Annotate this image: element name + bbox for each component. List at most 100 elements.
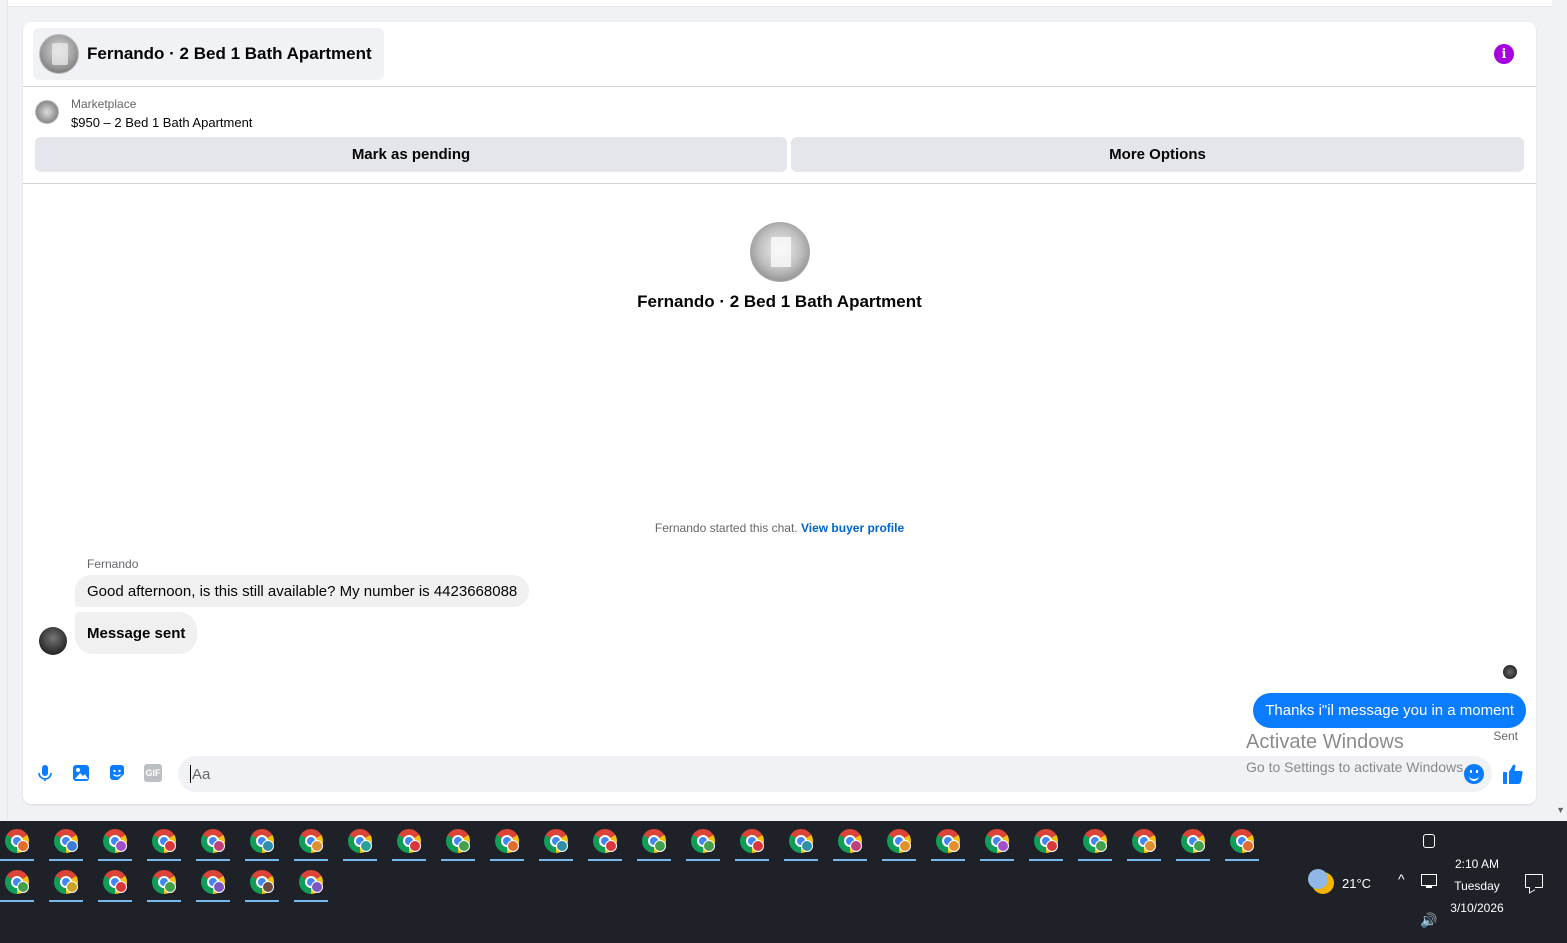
running-indicator xyxy=(1225,859,1259,861)
taskbar-chrome-app[interactable] xyxy=(882,823,916,861)
taskbar-chrome-app[interactable] xyxy=(686,823,720,861)
profile-badge-icon xyxy=(556,840,568,852)
taskbar-chrome-app[interactable] xyxy=(735,823,769,861)
taskbar-chrome-app[interactable] xyxy=(0,823,34,861)
profile-badge-icon xyxy=(164,840,176,852)
profile-badge-icon xyxy=(458,840,470,852)
thumbs-up-icon[interactable] xyxy=(1502,763,1524,785)
profile-badge-icon xyxy=(801,840,813,852)
clock[interactable]: 2:10 AM Tuesday 3/10/2026 xyxy=(1444,853,1510,919)
running-indicator xyxy=(49,900,83,902)
meet-now-icon[interactable] xyxy=(1423,834,1435,848)
profile-badge-icon xyxy=(1144,840,1156,852)
taskbar-chrome-app[interactable] xyxy=(1127,823,1161,861)
profile-badge-icon xyxy=(752,840,764,852)
incoming-message[interactable]: Message sent xyxy=(75,612,198,654)
profile-badge-icon xyxy=(997,840,1009,852)
running-indicator xyxy=(686,859,720,861)
taskbar-chrome-app[interactable] xyxy=(1176,823,1210,861)
profile-badge-icon xyxy=(1046,840,1058,852)
conversation-header: Fernando · 2 Bed 1 Bath Apartment xyxy=(23,222,1536,312)
weather-widget[interactable]: 21°C xyxy=(1308,869,1371,894)
profile-badge-icon xyxy=(213,840,225,852)
taskbar-chrome-app[interactable] xyxy=(196,823,230,861)
profile-badge-icon xyxy=(409,840,421,852)
outgoing-message[interactable]: Thanks i"il message you in a moment xyxy=(1253,693,1526,728)
profile-badge-icon xyxy=(17,881,29,893)
clock-date: 3/10/2026 xyxy=(1450,901,1504,915)
sticker-icon[interactable] xyxy=(108,764,126,782)
taskbar-chrome-app[interactable] xyxy=(49,823,83,861)
profile-badge-icon xyxy=(262,881,274,893)
view-buyer-profile-link[interactable]: View buyer profile xyxy=(801,521,904,535)
read-receipt-avatar xyxy=(1503,665,1517,679)
sender-avatar[interactable] xyxy=(39,627,67,655)
clock-day: Tuesday xyxy=(1454,879,1500,893)
message-input[interactable]: Aa xyxy=(178,756,1492,792)
profile-badge-icon xyxy=(164,881,176,893)
taskbar-chrome-app[interactable] xyxy=(294,864,328,902)
conversation-avatar[interactable] xyxy=(749,222,810,282)
chat-header: Fernando · 2 Bed 1 Bath Apartment i xyxy=(23,22,1536,87)
taskbar-chrome-app[interactable] xyxy=(245,864,279,902)
taskbar-chrome-app[interactable] xyxy=(343,823,377,861)
running-indicator xyxy=(980,859,1014,861)
taskbar-chrome-app[interactable] xyxy=(196,864,230,902)
taskbar-chrome-app[interactable] xyxy=(784,823,818,861)
image-icon[interactable] xyxy=(72,764,90,782)
chat-title: Fernando · 2 Bed 1 Bath Apartment xyxy=(87,44,372,63)
running-indicator xyxy=(1029,859,1063,861)
profile-badge-icon xyxy=(703,840,715,852)
taskbar-chrome-app[interactable] xyxy=(0,864,34,902)
profile-badge-icon xyxy=(1242,840,1254,852)
emoji-icon[interactable] xyxy=(1464,764,1484,784)
chat-title-button[interactable]: Fernando · 2 Bed 1 Bath Apartment xyxy=(33,28,384,80)
running-indicator xyxy=(98,900,132,902)
taskbar-chrome-app[interactable] xyxy=(588,823,622,861)
taskbar-chrome-app[interactable] xyxy=(1225,823,1259,861)
taskbar-chrome-app[interactable] xyxy=(392,823,426,861)
info-icon[interactable]: i xyxy=(1494,44,1514,64)
listing-thumbnail[interactable] xyxy=(35,100,59,124)
taskbar-chrome-app[interactable] xyxy=(98,823,132,861)
taskbar-chrome-app[interactable] xyxy=(931,823,965,861)
running-indicator xyxy=(931,859,965,861)
taskbar-chrome-app[interactable] xyxy=(980,823,1014,861)
volume-icon[interactable]: 🔊 xyxy=(1420,912,1437,929)
running-indicator xyxy=(784,859,818,861)
running-indicator xyxy=(833,859,867,861)
taskbar-chrome-app[interactable] xyxy=(147,823,181,861)
profile-badge-icon xyxy=(262,840,274,852)
gif-icon[interactable]: GIF xyxy=(144,764,162,782)
taskbar-chrome-app[interactable] xyxy=(490,823,524,861)
scrollbar-track[interactable] xyxy=(1553,0,1567,820)
taskbar-chrome-app[interactable] xyxy=(1078,823,1112,861)
scroll-down-arrow-icon[interactable]: ▼ xyxy=(1556,805,1565,815)
mark-as-pending-button[interactable]: Mark as pending xyxy=(35,137,787,172)
network-icon[interactable] xyxy=(1421,874,1437,888)
taskbar-chrome-app[interactable] xyxy=(441,823,475,861)
taskbar-chrome-app[interactable] xyxy=(245,823,279,861)
profile-badge-icon xyxy=(1095,840,1107,852)
show-hidden-icons-chevron-icon[interactable]: ^ xyxy=(1398,871,1405,887)
taskbar-chrome-app[interactable] xyxy=(1029,823,1063,861)
taskbar-chrome-app[interactable] xyxy=(49,864,83,902)
taskbar-chrome-app[interactable] xyxy=(833,823,867,861)
taskbar-chrome-app[interactable] xyxy=(637,823,671,861)
running-indicator xyxy=(637,859,671,861)
notifications-icon[interactable] xyxy=(1525,874,1543,888)
profile-badge-icon xyxy=(360,840,372,852)
running-indicator xyxy=(147,859,181,861)
profile-badge-icon xyxy=(1193,840,1205,852)
taskbar-chrome-app[interactable] xyxy=(294,823,328,861)
more-options-button[interactable]: More Options xyxy=(791,137,1524,172)
incoming-message[interactable]: Good afternoon, is this still available?… xyxy=(75,575,530,607)
sender-name: Fernando xyxy=(87,557,139,571)
taskbar-chrome-app[interactable] xyxy=(98,864,132,902)
listing-price-title[interactable]: $950 – 2 Bed 1 Bath Apartment xyxy=(71,115,252,130)
taskbar-chrome-app[interactable] xyxy=(147,864,181,902)
running-indicator xyxy=(245,900,279,902)
profile-badge-icon xyxy=(213,881,225,893)
microphone-icon[interactable] xyxy=(36,764,54,782)
taskbar-chrome-app[interactable] xyxy=(539,823,573,861)
